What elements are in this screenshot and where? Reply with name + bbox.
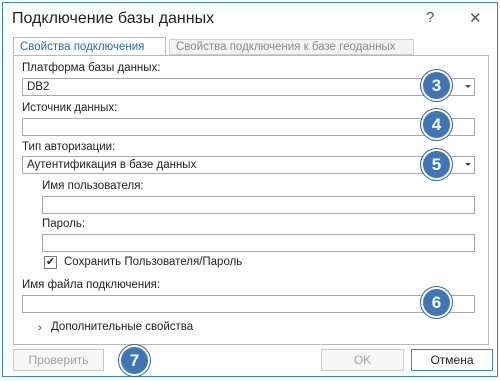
auth-select[interactable]: Аутентификация в базе данных xyxy=(22,156,475,174)
password-input[interactable] xyxy=(42,234,475,252)
close-icon[interactable]: ✕ xyxy=(469,9,482,27)
callout-badge-7: 7 xyxy=(119,345,150,376)
tab-panel: Платформа базы данных: DB2 Источник данн… xyxy=(13,55,489,345)
callout-badge-6: 6 xyxy=(421,287,452,318)
username-input[interactable] xyxy=(42,196,475,214)
callout-badge-3: 3 xyxy=(421,70,452,101)
username-label: Имя пользователя: xyxy=(42,180,144,192)
callout-badge-5: 5 xyxy=(421,149,452,180)
tab-connection-properties[interactable]: Свойства подключения xyxy=(13,37,166,55)
connection-filename-input[interactable] xyxy=(22,295,475,313)
password-label: Пароль: xyxy=(42,218,86,230)
source-label: Источник данных: xyxy=(22,102,118,114)
advanced-properties-toggle[interactable]: Дополнительные свойства xyxy=(51,321,193,333)
dialog-title: Подключение базы данных xyxy=(12,10,215,27)
tab-geodatabase-connection-properties[interactable]: Свойства подключения к базе геоданных xyxy=(169,39,414,55)
callout-badge-4: 4 xyxy=(421,109,452,140)
auth-label: Тип авторизации: xyxy=(22,141,116,153)
auth-value: Аутентификация в базе данных xyxy=(27,159,197,171)
chevron-down-icon xyxy=(465,163,471,166)
ok-button[interactable]: OK xyxy=(321,349,404,371)
data-source-input[interactable] xyxy=(22,118,475,136)
verify-button[interactable]: Проверить xyxy=(13,349,104,371)
save-credentials-checkbox[interactable]: ✔ xyxy=(44,256,57,269)
platform-value: DB2 xyxy=(27,81,50,93)
filename-label: Имя файла подключения: xyxy=(22,279,161,291)
save-credentials-label: Сохранить Пользователя/Пароль xyxy=(64,256,243,268)
help-icon[interactable]: ? xyxy=(426,9,434,26)
chevron-right-icon[interactable]: › xyxy=(38,322,42,334)
database-connection-dialog: Подключение базы данных ? ✕ Свойства под… xyxy=(2,2,498,377)
chevron-down-icon xyxy=(465,85,471,88)
platform-select[interactable]: DB2 xyxy=(22,78,475,96)
cancel-button[interactable]: Отмена xyxy=(411,349,493,371)
platform-label: Платформа базы данных: xyxy=(22,62,161,74)
